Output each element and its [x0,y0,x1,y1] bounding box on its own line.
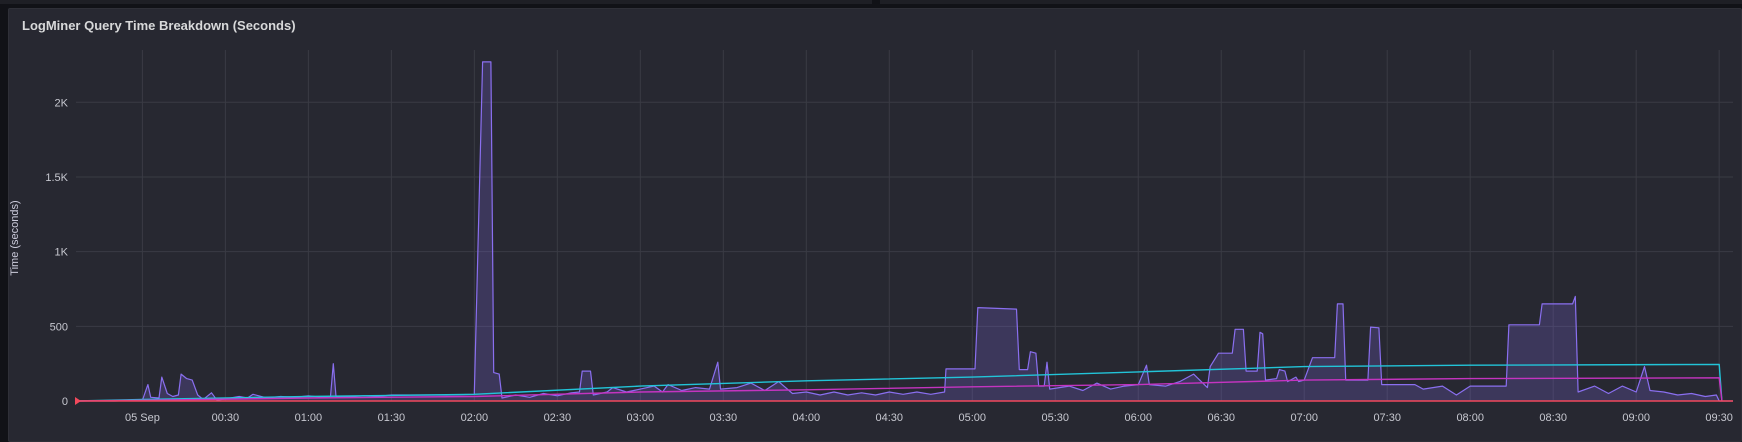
y-tick-label: 2K [55,97,69,109]
time-series-chart[interactable]: 0 500 1K 1.5K 2K 05 Sep 00:30 01:00 01:30 02:00 02… [0,0,1742,442]
x-tick-label: 09:00 [1622,412,1650,424]
x-tick-label: 03:00 [627,412,655,424]
x-tick-label: 01:00 [295,412,323,424]
x-tick-label: 02:30 [544,412,572,424]
x-tick-label: 06:30 [1207,412,1235,424]
x-tick-label: 03:30 [710,412,738,424]
x-tick-label: 04:30 [876,412,904,424]
x-tick-label: 05 Sep [125,412,160,424]
x-tick-label: 09:30 [1705,412,1733,424]
y-tick-label: 500 [50,321,68,333]
x-tick-label: 04:00 [793,412,821,424]
x-tick-label: 02:00 [461,412,489,424]
grid-lines [76,50,1733,402]
x-tick-label: 08:30 [1539,412,1567,424]
series-1-area [76,61,1733,402]
x-tick-label: 07:00 [1290,412,1318,424]
x-tick-label: 05:00 [959,412,987,424]
x-tick-label: 08:00 [1456,412,1484,424]
series-1-line [76,61,1733,402]
x-tick-label: 05:30 [1041,412,1069,424]
y-tick-label: 1.5K [45,172,68,184]
x-tick-label: 00:30 [212,412,240,424]
x-tick-label: 07:30 [1373,412,1401,424]
y-tick-label: 1K [55,247,69,259]
x-tick-label: 01:30 [378,412,406,424]
series-start-marker [75,397,81,405]
x-tick-label: 06:00 [1124,412,1152,424]
y-tick-label: 0 [62,396,68,408]
